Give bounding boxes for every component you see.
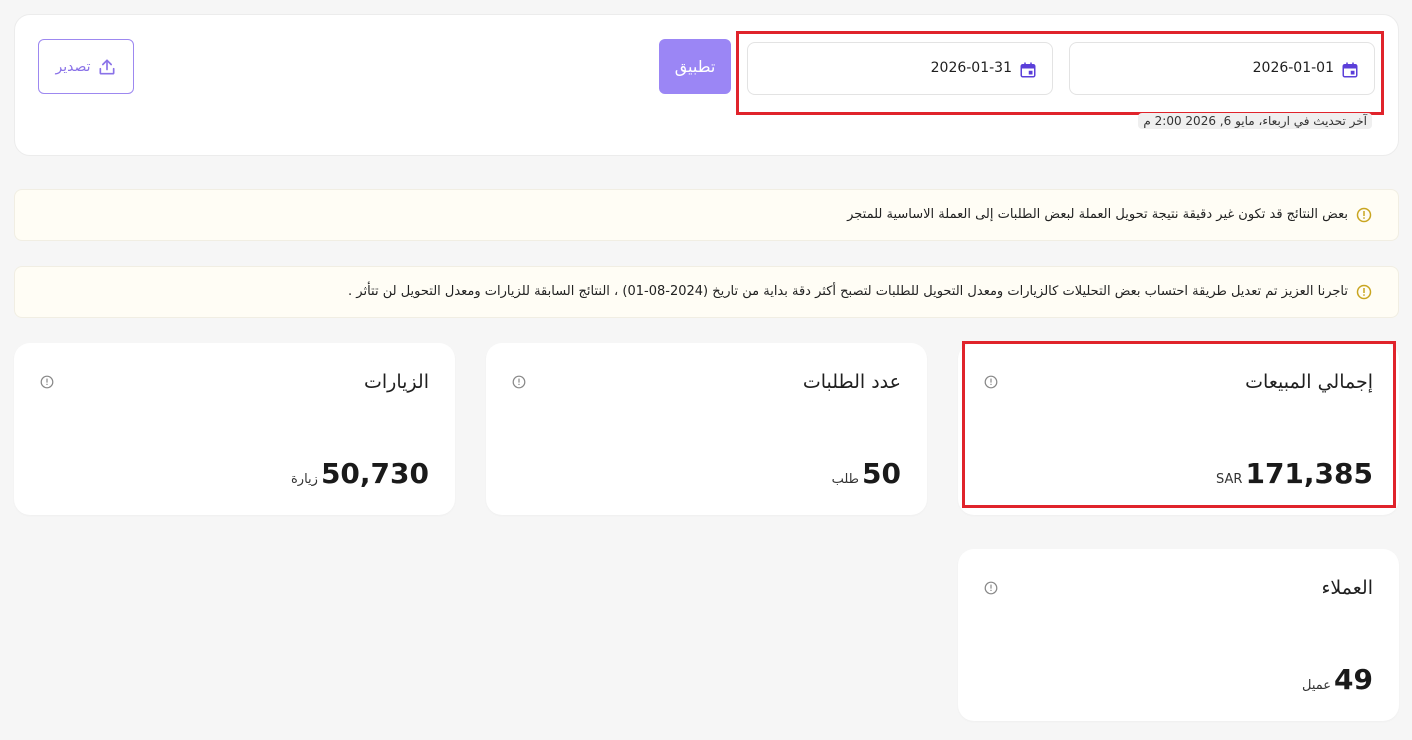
- warning-icon: [1356, 207, 1372, 223]
- visits-number: 50,730: [320, 457, 429, 490]
- visits-title: الزيارات: [364, 371, 429, 393]
- date-to-value: 2026-01-31: [930, 60, 1012, 76]
- warning-icon: [1356, 284, 1372, 300]
- currency-notice: بعض النتائج قد تكون غير دقيقة نتيجة تحوي…: [14, 189, 1399, 241]
- sales-number: 171,385: [1245, 457, 1373, 490]
- apply-button[interactable]: تطبيق: [659, 39, 731, 94]
- orders-card: عدد الطلبات 50 طلب: [486, 343, 927, 515]
- info-icon[interactable]: [984, 581, 998, 595]
- info-icon[interactable]: [512, 375, 526, 389]
- export-label: تصدير: [55, 58, 91, 75]
- orders-value: 50 طلب: [832, 457, 901, 490]
- sales-unit: SAR: [1216, 472, 1243, 487]
- export-button[interactable]: تصدير: [38, 39, 134, 94]
- visits-unit: زيارة: [290, 472, 318, 487]
- info-icon[interactable]: [40, 375, 54, 389]
- customers-value: 49 عميل: [1302, 663, 1373, 696]
- visits-card: الزيارات 50,730 زيارة: [14, 343, 455, 515]
- sales-title: إجمالي المبيعات: [1245, 371, 1373, 393]
- date-to-input[interactable]: 2026-01-31: [747, 42, 1053, 95]
- visits-value: 50,730 زيارة: [291, 457, 429, 490]
- calendar-icon[interactable]: [1019, 61, 1037, 79]
- calendar-icon[interactable]: [1341, 61, 1359, 79]
- sales-value: 171,385 SAR: [1216, 457, 1373, 490]
- customers-number: 49: [1334, 663, 1373, 696]
- last-updated-text: آخر تحديث في اربعاء، مايو 6, 2026 2:00 م: [1138, 113, 1372, 129]
- orders-title: عدد الطلبات: [802, 371, 901, 393]
- analytics-notice: تاجرنا العزيز تم تعديل طريقة احتساب بعض …: [14, 266, 1399, 318]
- orders-unit: طلب: [831, 472, 860, 487]
- filter-card: 2026-01-01 2026-01-31 تطبيق تصدير آخر تح…: [14, 14, 1399, 156]
- orders-number: 50: [862, 457, 901, 490]
- customers-unit: عميل: [1301, 678, 1332, 693]
- notice-text: بعض النتائج قد تكون غير دقيقة نتيجة تحوي…: [847, 207, 1348, 222]
- upload-icon: [99, 59, 114, 74]
- info-icon[interactable]: [984, 375, 998, 389]
- notice-text: تاجرنا العزيز تم تعديل طريقة احتساب بعض …: [348, 284, 1348, 299]
- customers-title: العملاء: [1321, 577, 1374, 599]
- date-from-value: 2026-01-01: [1252, 60, 1334, 76]
- date-from-input[interactable]: 2026-01-01: [1069, 42, 1375, 95]
- sales-card: إجمالي المبيعات 171,385 SAR: [958, 343, 1399, 515]
- customers-card: العملاء 49 عميل: [958, 549, 1399, 721]
